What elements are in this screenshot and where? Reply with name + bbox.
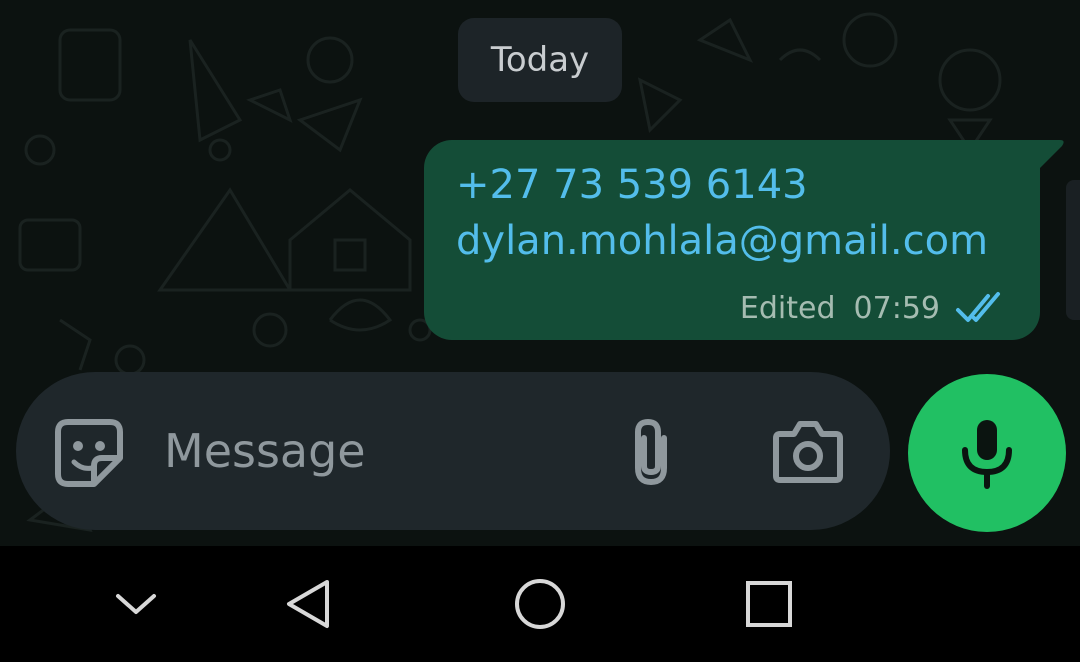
message-email-link[interactable]: dylan.mohlala@gmail.com (456, 218, 988, 264)
voice-record-button[interactable] (908, 374, 1066, 532)
camera-icon[interactable] (772, 420, 844, 484)
recents-square-icon (746, 581, 792, 627)
outgoing-message-bubble[interactable]: +27 73 539 6143 dylan.mohlala@gmail.com … (424, 140, 1040, 340)
home-circle-icon (515, 579, 565, 629)
system-navigation-bar (0, 546, 1080, 662)
chevron-down-icon (116, 594, 156, 614)
sticker-icon[interactable] (54, 418, 124, 488)
nav-home-button[interactable] (512, 576, 568, 632)
double-check-read-icon (956, 292, 1000, 322)
paperclip-icon[interactable] (626, 416, 676, 488)
nav-recents-button[interactable] (741, 576, 797, 632)
message-input[interactable]: Message (164, 424, 366, 478)
nav-hide-keyboard-button[interactable] (108, 576, 164, 632)
message-phone-link[interactable]: +27 73 539 6143 (456, 162, 808, 208)
nav-back-button[interactable] (281, 576, 337, 632)
message-time: 07:59 (853, 290, 940, 326)
side-panel-edge (1066, 180, 1080, 320)
back-triangle-icon (287, 580, 329, 628)
message-meta: Edited 07:59 (740, 288, 1010, 328)
message-composer[interactable]: Message (16, 372, 890, 530)
microphone-icon (962, 420, 1012, 489)
bubble-tail (1038, 140, 1064, 170)
edited-label: Edited (739, 290, 836, 326)
date-separator: Today (458, 18, 622, 102)
